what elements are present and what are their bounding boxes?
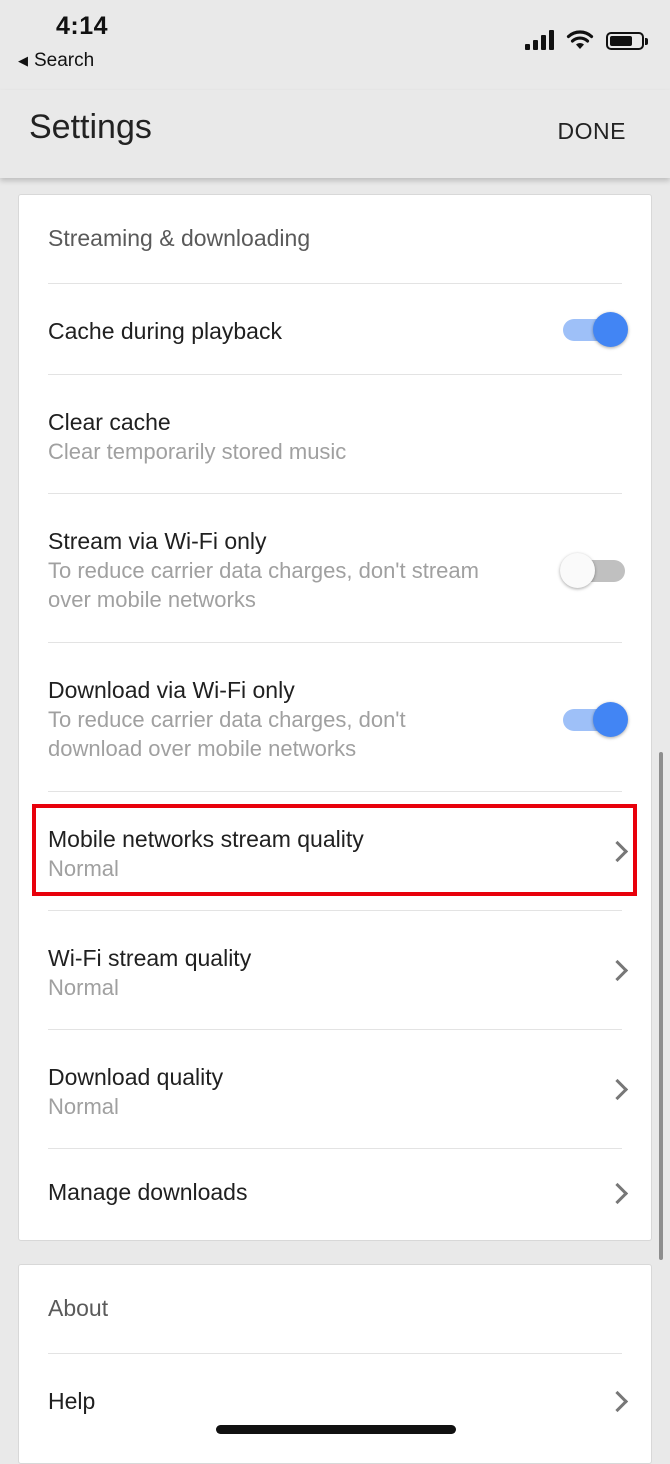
setting-wifi-stream-quality[interactable]: Wi-Fi stream quality Normal xyxy=(19,911,651,1029)
back-to-search[interactable]: ◀ Search xyxy=(18,50,94,72)
cache-playback-toggle[interactable] xyxy=(563,312,628,347)
chevron-right-icon xyxy=(606,1182,629,1205)
setting-label: Manage downloads xyxy=(48,1179,248,1205)
stream-wifi-only-toggle[interactable] xyxy=(560,553,627,588)
app-bar: Settings DONE xyxy=(0,90,670,178)
home-indicator[interactable] xyxy=(216,1425,456,1434)
page-title: Settings xyxy=(29,108,152,146)
chevron-right-icon xyxy=(606,1078,629,1101)
status-bar: 4:14 ◀ Search xyxy=(0,0,670,90)
setting-label: Wi-Fi stream quality xyxy=(48,945,252,971)
setting-label: Clear cache xyxy=(48,409,171,435)
section-header-streaming: Streaming & downloading xyxy=(48,225,311,251)
setting-description-line2: download over mobile networks xyxy=(48,736,357,761)
setting-description-line1: To reduce carrier data charges, don't st… xyxy=(48,558,479,583)
wifi-icon xyxy=(566,30,594,49)
setting-download-quality[interactable]: Download quality Normal xyxy=(19,1030,651,1148)
setting-stream-wifi-only[interactable]: Stream via Wi-Fi only To reduce carrier … xyxy=(19,494,651,642)
setting-description-line2: over mobile networks xyxy=(48,587,256,612)
system-icons xyxy=(525,30,648,50)
setting-label: Help xyxy=(48,1388,96,1414)
status-time: 4:14 xyxy=(56,12,109,40)
setting-clear-cache[interactable]: Clear cache Clear temporarily stored mus… xyxy=(19,375,651,493)
setting-description: Clear temporarily stored music xyxy=(48,439,347,464)
setting-value: Normal xyxy=(48,975,119,1000)
back-label: Search xyxy=(34,50,95,71)
chevron-right-icon xyxy=(606,959,629,982)
setting-manage-downloads[interactable]: Manage downloads xyxy=(19,1149,651,1241)
section-header-about: About xyxy=(48,1295,109,1321)
download-wifi-only-toggle[interactable] xyxy=(563,702,628,737)
about-card: About Help xyxy=(18,1264,652,1464)
done-button[interactable]: DONE xyxy=(558,118,626,145)
setting-cache-during-playback[interactable]: Cache during playback xyxy=(19,284,651,374)
setting-value: Normal xyxy=(48,1094,119,1119)
chevron-right-icon xyxy=(606,1390,629,1413)
setting-label: Cache during playback xyxy=(48,318,282,344)
scrollbar[interactable] xyxy=(659,752,663,1260)
setting-label: Download quality xyxy=(48,1064,224,1090)
highlight-box xyxy=(32,804,637,896)
setting-label: Download via Wi-Fi only xyxy=(48,677,295,703)
streaming-settings-card: Streaming & downloading Cache during pla… xyxy=(18,194,652,1241)
cellular-signal-icon xyxy=(525,30,554,50)
setting-download-wifi-only[interactable]: Download via Wi-Fi only To reduce carrie… xyxy=(19,643,651,791)
back-arrow-icon: ◀ xyxy=(18,53,28,68)
setting-label: Stream via Wi-Fi only xyxy=(48,528,267,554)
setting-description-line1: To reduce carrier data charges, don't xyxy=(48,707,406,732)
battery-icon xyxy=(606,32,648,50)
